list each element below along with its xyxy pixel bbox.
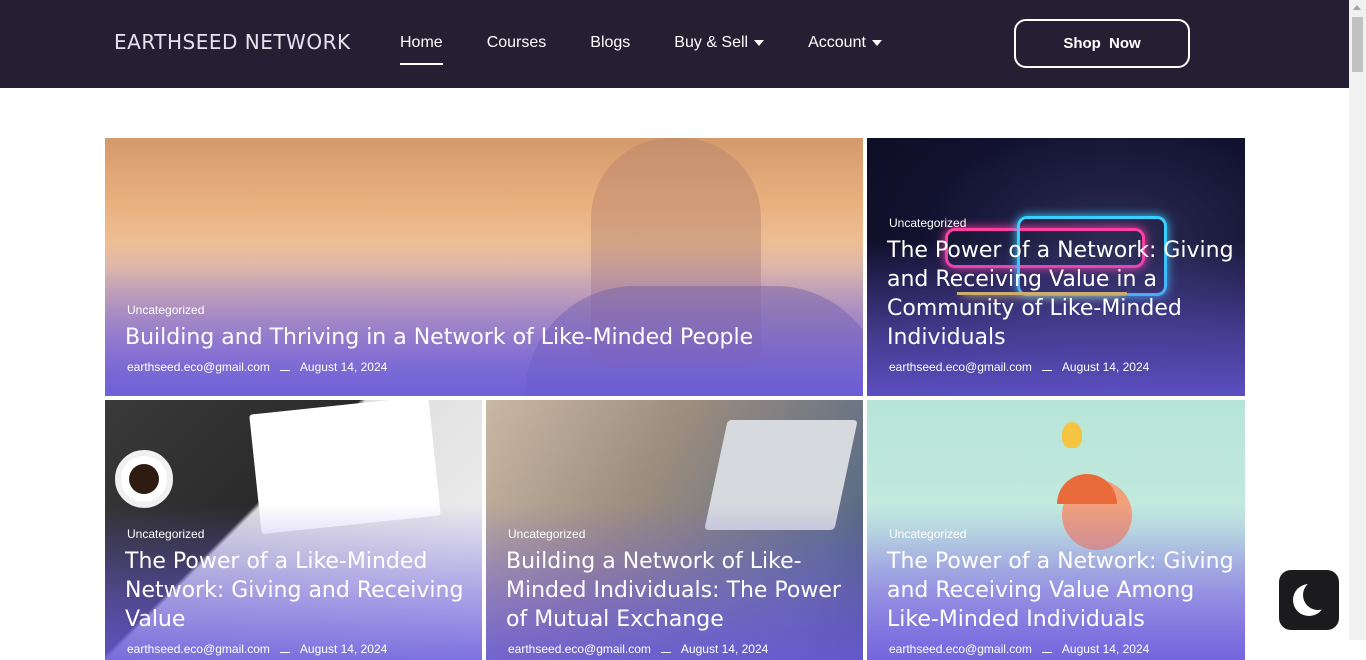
meta-divider [660,651,671,653]
nav-home-label: Home [400,34,443,51]
nav-blogs-label: Blogs [590,34,631,51]
post-card[interactable]: Uncategorized The Power of a Like-Minded… [105,400,482,660]
scroll-up-arrow-icon[interactable] [1353,5,1361,10]
post-content: Uncategorized The Power of a Network: Gi… [887,216,1237,374]
nav-account[interactable]: Account [808,34,882,52]
post-content: Uncategorized Building a Network of Like… [506,527,855,656]
caret-down-icon [754,40,765,46]
nav-blogs[interactable]: Blogs [590,34,630,52]
post-date: August 14, 2024 [680,642,769,656]
post-card[interactable]: Uncategorized The Power of a Network: Gi… [867,400,1245,660]
post-title[interactable]: Building and Thriving in a Network of Li… [125,323,855,352]
moon-icon [1293,580,1333,616]
post-content: Uncategorized The Power of a Network: Gi… [887,527,1237,656]
post-category[interactable]: Uncategorized [125,527,474,541]
nav-buy-sell[interactable]: Buy & Sell [674,34,765,52]
meta-divider [1041,651,1052,653]
nav-home[interactable]: Home [400,34,443,65]
dark-mode-toggle[interactable] [1279,570,1339,630]
page-scrollbar[interactable] [1349,0,1366,640]
post-content: Uncategorized The Power of a Like-Minded… [125,527,474,656]
post-meta: earthseed.eco@gmail.com August 14, 2024 [887,642,1237,656]
post-meta: earthseed.eco@gmail.com August 14, 2024 [125,360,855,374]
post-meta: earthseed.eco@gmail.com August 14, 2024 [125,642,474,656]
post-card[interactable]: Uncategorized The Power of a Network: Gi… [867,138,1245,396]
post-title[interactable]: The Power of a Like-Minded Network: Givi… [125,547,474,634]
post-image-coffee-cup [115,450,173,508]
post-date: August 14, 2024 [299,642,388,656]
post-date: August 14, 2024 [299,360,388,374]
post-category[interactable]: Uncategorized [887,527,1237,541]
post-date: August 14, 2024 [1061,642,1150,656]
shop-now-button[interactable]: Shop Now [1014,19,1190,68]
meta-divider [1041,369,1052,371]
post-content: Uncategorized Building and Thriving in a… [125,303,855,374]
post-author[interactable]: earthseed.eco@gmail.com [508,642,651,656]
post-card-featured[interactable]: Uncategorized Building and Thriving in a… [105,138,863,396]
site-header: EARTHSEED NETWORK Home Courses Blogs Buy… [0,0,1349,88]
meta-divider [279,651,290,653]
main-nav: Home Courses Blogs Buy & Sell Account [400,34,926,65]
post-author[interactable]: earthseed.eco@gmail.com [127,642,270,656]
post-title[interactable]: The Power of a Network: Giving and Recei… [887,547,1237,634]
scrollbar-thumb[interactable] [1352,17,1363,72]
post-title[interactable]: The Power of a Network: Giving and Recei… [887,236,1237,352]
post-meta: earthseed.eco@gmail.com August 14, 2024 [506,642,855,656]
site-logo[interactable]: EARTHSEED NETWORK [114,30,351,54]
post-image-lightbulb [1062,422,1082,448]
meta-divider [279,369,290,371]
post-title[interactable]: Building a Network of Like-Minded Indivi… [506,547,855,634]
post-date: August 14, 2024 [1061,360,1150,374]
post-category[interactable]: Uncategorized [506,527,855,541]
nav-buy-sell-label: Buy & Sell [674,34,749,51]
nav-account-label: Account [808,34,866,51]
post-author[interactable]: earthseed.eco@gmail.com [889,360,1032,374]
post-meta: earthseed.eco@gmail.com August 14, 2024 [887,360,1237,374]
nav-courses-label: Courses [486,34,547,51]
post-category[interactable]: Uncategorized [887,216,1237,230]
post-card[interactable]: Uncategorized Building a Network of Like… [486,400,863,660]
post-author[interactable]: earthseed.eco@gmail.com [889,642,1032,656]
caret-down-icon [871,40,882,46]
post-author[interactable]: earthseed.eco@gmail.com [127,360,270,374]
post-category[interactable]: Uncategorized [125,303,855,317]
nav-courses[interactable]: Courses [487,34,547,52]
